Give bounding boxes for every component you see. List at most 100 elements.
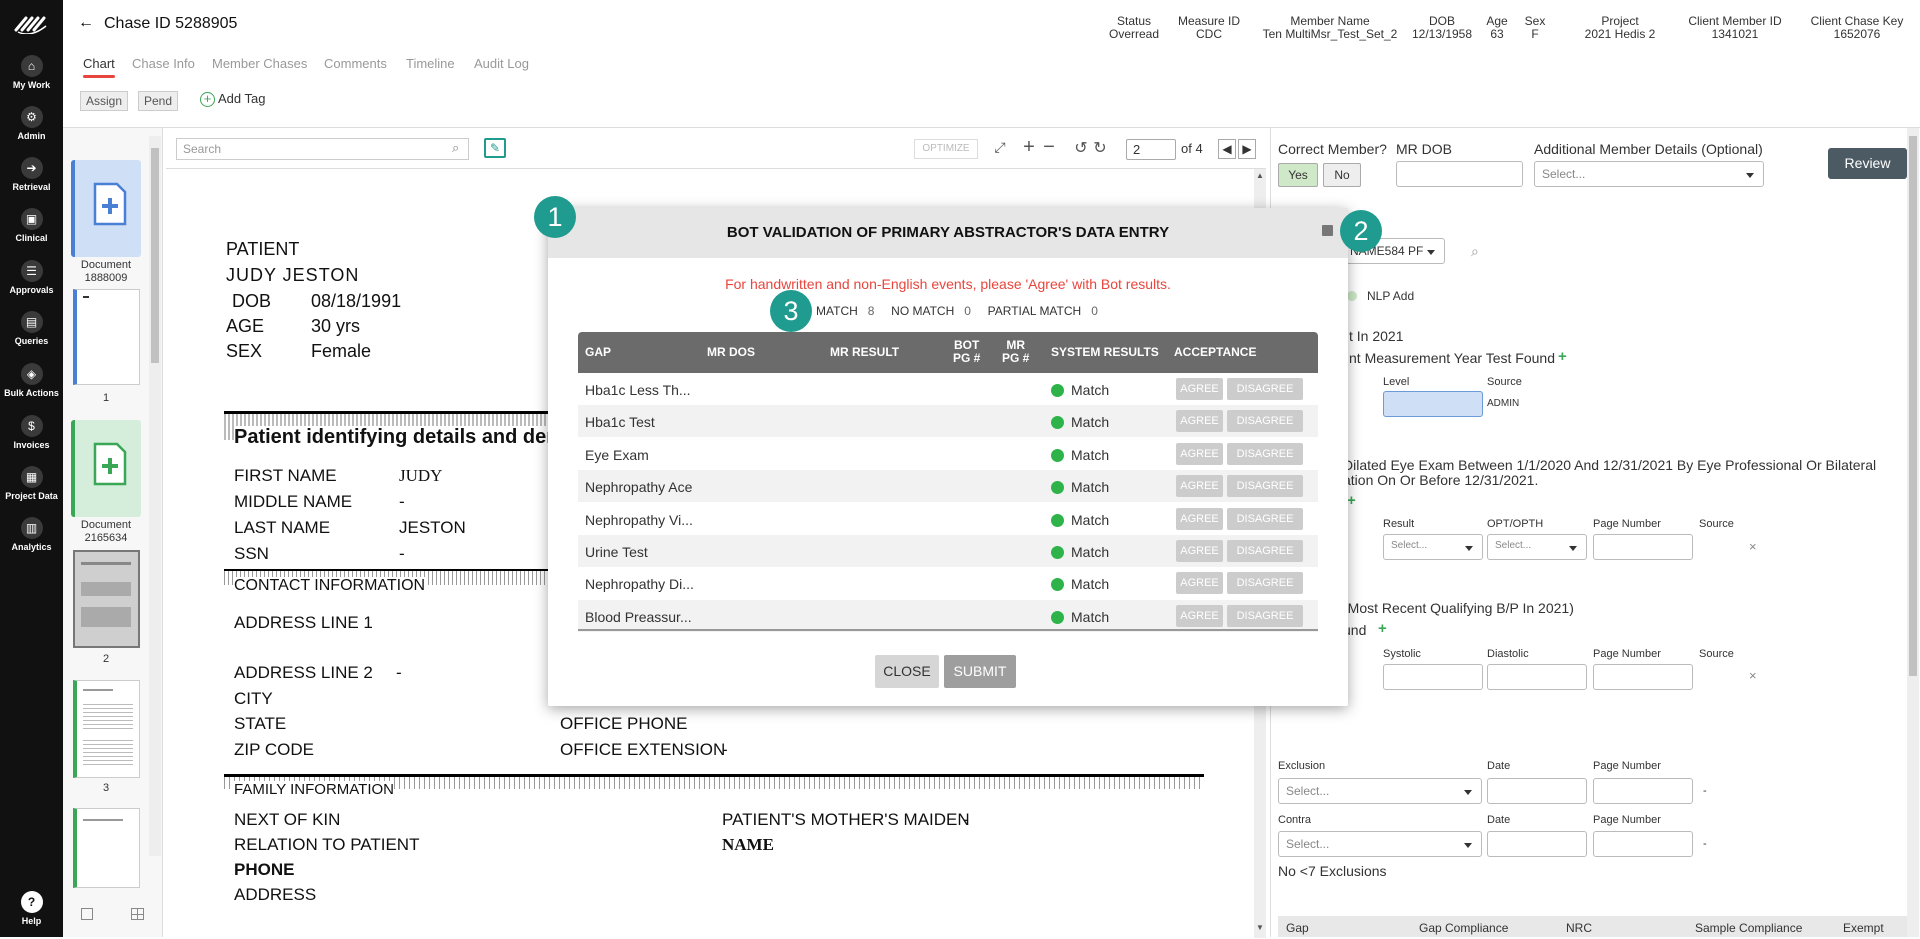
sidebar-item-help[interactable]: ? Help: [0, 891, 63, 939]
page-thumbnail-1[interactable]: [73, 289, 140, 385]
search-icon[interactable]: ⌕: [452, 140, 459, 156]
col-mr-pg: MR PG #: [1002, 339, 1029, 365]
single-view-icon[interactable]: [81, 908, 93, 920]
pend-button[interactable]: Pend: [138, 91, 179, 111]
contra-page-number-input[interactable]: [1593, 831, 1693, 857]
scroll-up-icon[interactable]: ▲: [1256, 171, 1264, 180]
rotate-left-icon[interactable]: ↺: [1072, 138, 1090, 158]
nlp-toggle-icon[interactable]: [1347, 291, 1357, 301]
contra-date-input[interactable]: [1487, 831, 1587, 857]
correct-member-yes-button[interactable]: Yes: [1278, 163, 1318, 187]
opt-opth-select[interactable]: Select...: [1487, 534, 1587, 560]
zoom-out-icon[interactable]: −: [1039, 136, 1059, 160]
eye-page-number-input[interactable]: [1593, 534, 1693, 560]
doc-patient-name: JUDY JESTON: [226, 265, 360, 285]
highlighter-icon[interactable]: ✎: [484, 138, 506, 158]
agree-button[interactable]: AGREE: [1176, 540, 1223, 562]
systolic-input[interactable]: [1383, 664, 1483, 690]
bp-page-number-input[interactable]: [1593, 664, 1693, 690]
sidebar-item-project-data[interactable]: ▦ Project Data: [0, 466, 63, 514]
thumbnail-scroll-thumb[interactable]: [151, 148, 159, 363]
sidebar-item-bulk-actions[interactable]: ◈ Bulk Actions: [0, 363, 63, 411]
eye-result-select[interactable]: Select...: [1383, 534, 1483, 560]
agree-button[interactable]: AGREE: [1176, 572, 1223, 595]
sidebar-item-admin[interactable]: ⚙ Admin: [0, 106, 63, 154]
page-thumbnail-2[interactable]: [73, 550, 140, 648]
minimize-icon[interactable]: [1322, 225, 1333, 236]
panel-scroll-thumb[interactable]: [1909, 136, 1917, 676]
assign-button[interactable]: Assign: [80, 91, 129, 111]
back-arrow-icon[interactable]: ←: [78, 14, 94, 32]
eye-exam-title: Dilated Eye Exam Between 1/1/2020 And 12…: [1343, 457, 1877, 473]
agree-button[interactable]: AGREE: [1176, 604, 1223, 627]
agree-button[interactable]: AGREE: [1176, 378, 1223, 400]
col-bot-pg-line1: BOT: [954, 338, 980, 352]
provider-search-icon[interactable]: ⌕: [1471, 243, 1479, 260]
scroll-down-icon[interactable]: ▼: [1256, 923, 1264, 932]
match-label: MATCH: [816, 304, 858, 318]
document-card-1[interactable]: [71, 160, 141, 257]
sidebar-item-analytics[interactable]: ▥ Analytics: [0, 517, 63, 565]
col-gap: GAP: [585, 345, 612, 359]
grid-view-icon[interactable]: [131, 908, 144, 920]
agree-button[interactable]: AGREE: [1176, 475, 1223, 498]
add-tag-button[interactable]: + Add Tag: [200, 91, 265, 107]
disagree-button[interactable]: DISAGREE: [1227, 410, 1303, 433]
submit-button[interactable]: SUBMIT: [944, 655, 1016, 688]
disagree-button[interactable]: DISAGREE: [1227, 572, 1303, 595]
sidebar-item-clinical[interactable]: ▣ Clinical: [0, 208, 63, 256]
document-card-2[interactable]: [71, 420, 141, 517]
contra-page-number-label: Page Number: [1593, 814, 1661, 826]
prev-page-icon[interactable]: ◀: [1218, 139, 1236, 159]
tab-member-chases[interactable]: Member Chases: [212, 56, 307, 71]
additional-details-select[interactable]: Select...: [1534, 161, 1764, 187]
correct-member-no-button[interactable]: No: [1323, 163, 1361, 187]
mr-dob-input[interactable]: [1396, 161, 1523, 187]
diastolic-input[interactable]: [1487, 664, 1587, 690]
zoom-in-icon[interactable]: +: [1019, 136, 1039, 160]
next-page-icon[interactable]: ▶: [1238, 139, 1256, 159]
disagree-button[interactable]: DISAGREE: [1227, 475, 1303, 498]
add-bp-icon[interactable]: +: [1378, 620, 1387, 637]
agree-button[interactable]: AGREE: [1176, 410, 1223, 433]
disagree-button[interactable]: DISAGREE: [1227, 378, 1303, 400]
review-button[interactable]: Review: [1828, 148, 1907, 179]
agree-button[interactable]: AGREE: [1176, 442, 1223, 465]
contra-dash: -: [1703, 838, 1707, 850]
bp-remove-icon[interactable]: ×: [1749, 668, 1757, 683]
tab-chart[interactable]: Chart: [83, 56, 115, 78]
sidebar-item-queries[interactable]: ▤ Queries: [0, 311, 63, 359]
page-thumbnail-3[interactable]: [73, 680, 140, 778]
add-eye-exam-icon[interactable]: +: [1347, 492, 1356, 509]
document-search-input[interactable]: Search: [176, 138, 469, 160]
panel-scrollbar[interactable]: [1907, 128, 1919, 937]
page-number-input[interactable]: 2: [1126, 139, 1176, 160]
system-result-cell: Match: [1051, 544, 1109, 560]
close-button[interactable]: CLOSE: [875, 655, 939, 688]
level-input[interactable]: [1383, 391, 1483, 417]
disagree-button[interactable]: DISAGREE: [1227, 604, 1303, 627]
tab-audit-log[interactable]: Audit Log: [474, 56, 529, 71]
sidebar-item-my-work[interactable]: ⌂ My Work: [0, 55, 63, 103]
tab-chase-info[interactable]: Chase Info: [132, 56, 195, 71]
sidebar-item-invoices[interactable]: $ Invoices: [0, 415, 63, 463]
page-thumbnail-4[interactable]: [73, 808, 140, 888]
exclusion-date-input[interactable]: [1487, 778, 1587, 804]
fullscreen-icon[interactable]: ⤢: [990, 139, 1010, 159]
optimize-button[interactable]: OPTIMIZE: [914, 139, 978, 159]
disagree-button[interactable]: DISAGREE: [1227, 442, 1303, 465]
thumbnail-scrollbar[interactable]: [149, 136, 161, 856]
sidebar-item-retrieval[interactable]: ➔ Retrieval: [0, 157, 63, 205]
rotate-right-icon[interactable]: ↻: [1091, 138, 1109, 158]
tab-comments[interactable]: Comments: [324, 56, 387, 71]
disagree-button[interactable]: DISAGREE: [1227, 507, 1303, 530]
agree-button[interactable]: AGREE: [1176, 507, 1223, 530]
disagree-button[interactable]: DISAGREE: [1227, 540, 1303, 562]
tab-timeline[interactable]: Timeline: [406, 56, 455, 71]
contra-select[interactable]: Select...: [1278, 831, 1482, 857]
add-hba1c-icon[interactable]: +: [1558, 348, 1567, 365]
sidebar-item-approvals[interactable]: ☰ Approvals: [0, 260, 63, 308]
eye-remove-icon[interactable]: ×: [1749, 539, 1757, 554]
exclusion-select[interactable]: Select...: [1278, 778, 1482, 804]
exclusion-page-number-input[interactable]: [1593, 778, 1693, 804]
